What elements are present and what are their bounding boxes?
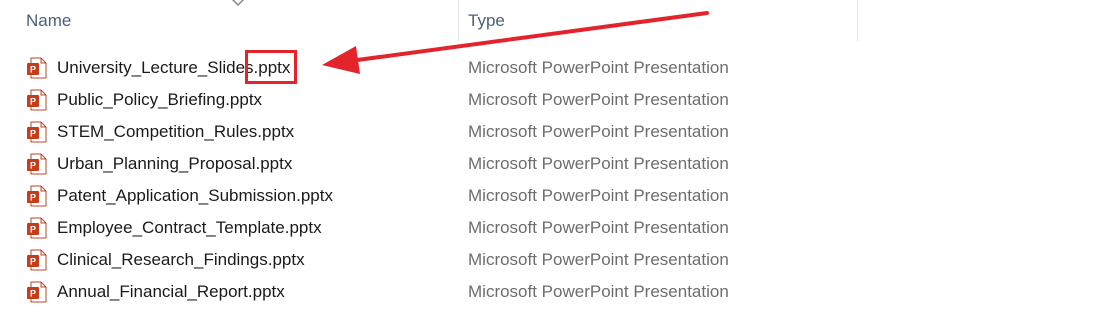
svg-text:P: P [30, 65, 36, 75]
file-row[interactable]: P Annual_Financial_Report.pptx Microsoft… [0, 276, 858, 308]
file-name[interactable]: Clinical_Research_Findings.pptx [57, 250, 305, 270]
file-row[interactable]: P Urban_Planning_Proposal.pptx Microsoft… [0, 148, 858, 180]
svg-text:P: P [30, 161, 36, 171]
svg-text:P: P [30, 97, 36, 107]
file-name[interactable]: Urban_Planning_Proposal.pptx [57, 154, 292, 174]
file-type: Microsoft PowerPoint Presentation [468, 58, 729, 77]
file-row[interactable]: P Patent_Application_Submission.pptx Mic… [0, 180, 858, 212]
file-list: P University_Lecture_Slides.pptx Microso… [0, 52, 858, 308]
svg-text:P: P [30, 225, 36, 235]
column-divider[interactable] [857, 0, 858, 41]
powerpoint-file-icon: P [27, 153, 47, 175]
file-name[interactable]: Employee_Contract_Template.pptx [57, 218, 322, 238]
powerpoint-file-icon: P [27, 185, 47, 207]
file-type: Microsoft PowerPoint Presentation [468, 154, 729, 173]
file-type: Microsoft PowerPoint Presentation [468, 250, 729, 269]
column-header-type-label: Type [468, 10, 505, 30]
powerpoint-file-icon: P [27, 281, 47, 303]
svg-text:P: P [30, 257, 36, 267]
file-name[interactable]: Annual_Financial_Report.pptx [57, 282, 285, 302]
powerpoint-file-icon: P [27, 249, 47, 271]
column-header-name[interactable]: Name [0, 0, 458, 41]
svg-text:P: P [30, 289, 36, 299]
file-row[interactable]: P Public_Policy_Briefing.pptx Microsoft … [0, 84, 858, 116]
powerpoint-file-icon: P [27, 217, 47, 239]
file-type: Microsoft PowerPoint Presentation [468, 282, 729, 301]
svg-text:P: P [30, 129, 36, 139]
svg-text:P: P [30, 193, 36, 203]
column-header-bar: Name Type [0, 0, 858, 41]
file-row[interactable]: P Employee_Contract_Template.pptx Micros… [0, 212, 858, 244]
powerpoint-file-icon: P [27, 121, 47, 143]
file-type: Microsoft PowerPoint Presentation [468, 218, 729, 237]
file-type: Microsoft PowerPoint Presentation [468, 90, 729, 109]
powerpoint-file-icon: P [27, 89, 47, 111]
powerpoint-file-icon: P [27, 57, 47, 79]
file-type: Microsoft PowerPoint Presentation [468, 186, 729, 205]
file-name[interactable]: Patent_Application_Submission.pptx [57, 186, 333, 206]
file-row[interactable]: P STEM_Competition_Rules.pptx Microsoft … [0, 116, 858, 148]
annotation-highlight-box [245, 50, 297, 84]
file-name[interactable]: STEM_Competition_Rules.pptx [57, 122, 294, 142]
file-explorer-view: Name Type P University_Lecture_Slides.pp… [0, 0, 1096, 335]
file-row[interactable]: P Clinical_Research_Findings.pptx Micros… [0, 244, 858, 276]
column-header-type[interactable]: Type [458, 0, 858, 41]
file-row[interactable]: P University_Lecture_Slides.pptx Microso… [0, 52, 858, 84]
file-type: Microsoft PowerPoint Presentation [468, 122, 729, 141]
file-name[interactable]: Public_Policy_Briefing.pptx [57, 90, 262, 110]
column-header-name-label: Name [26, 10, 72, 30]
